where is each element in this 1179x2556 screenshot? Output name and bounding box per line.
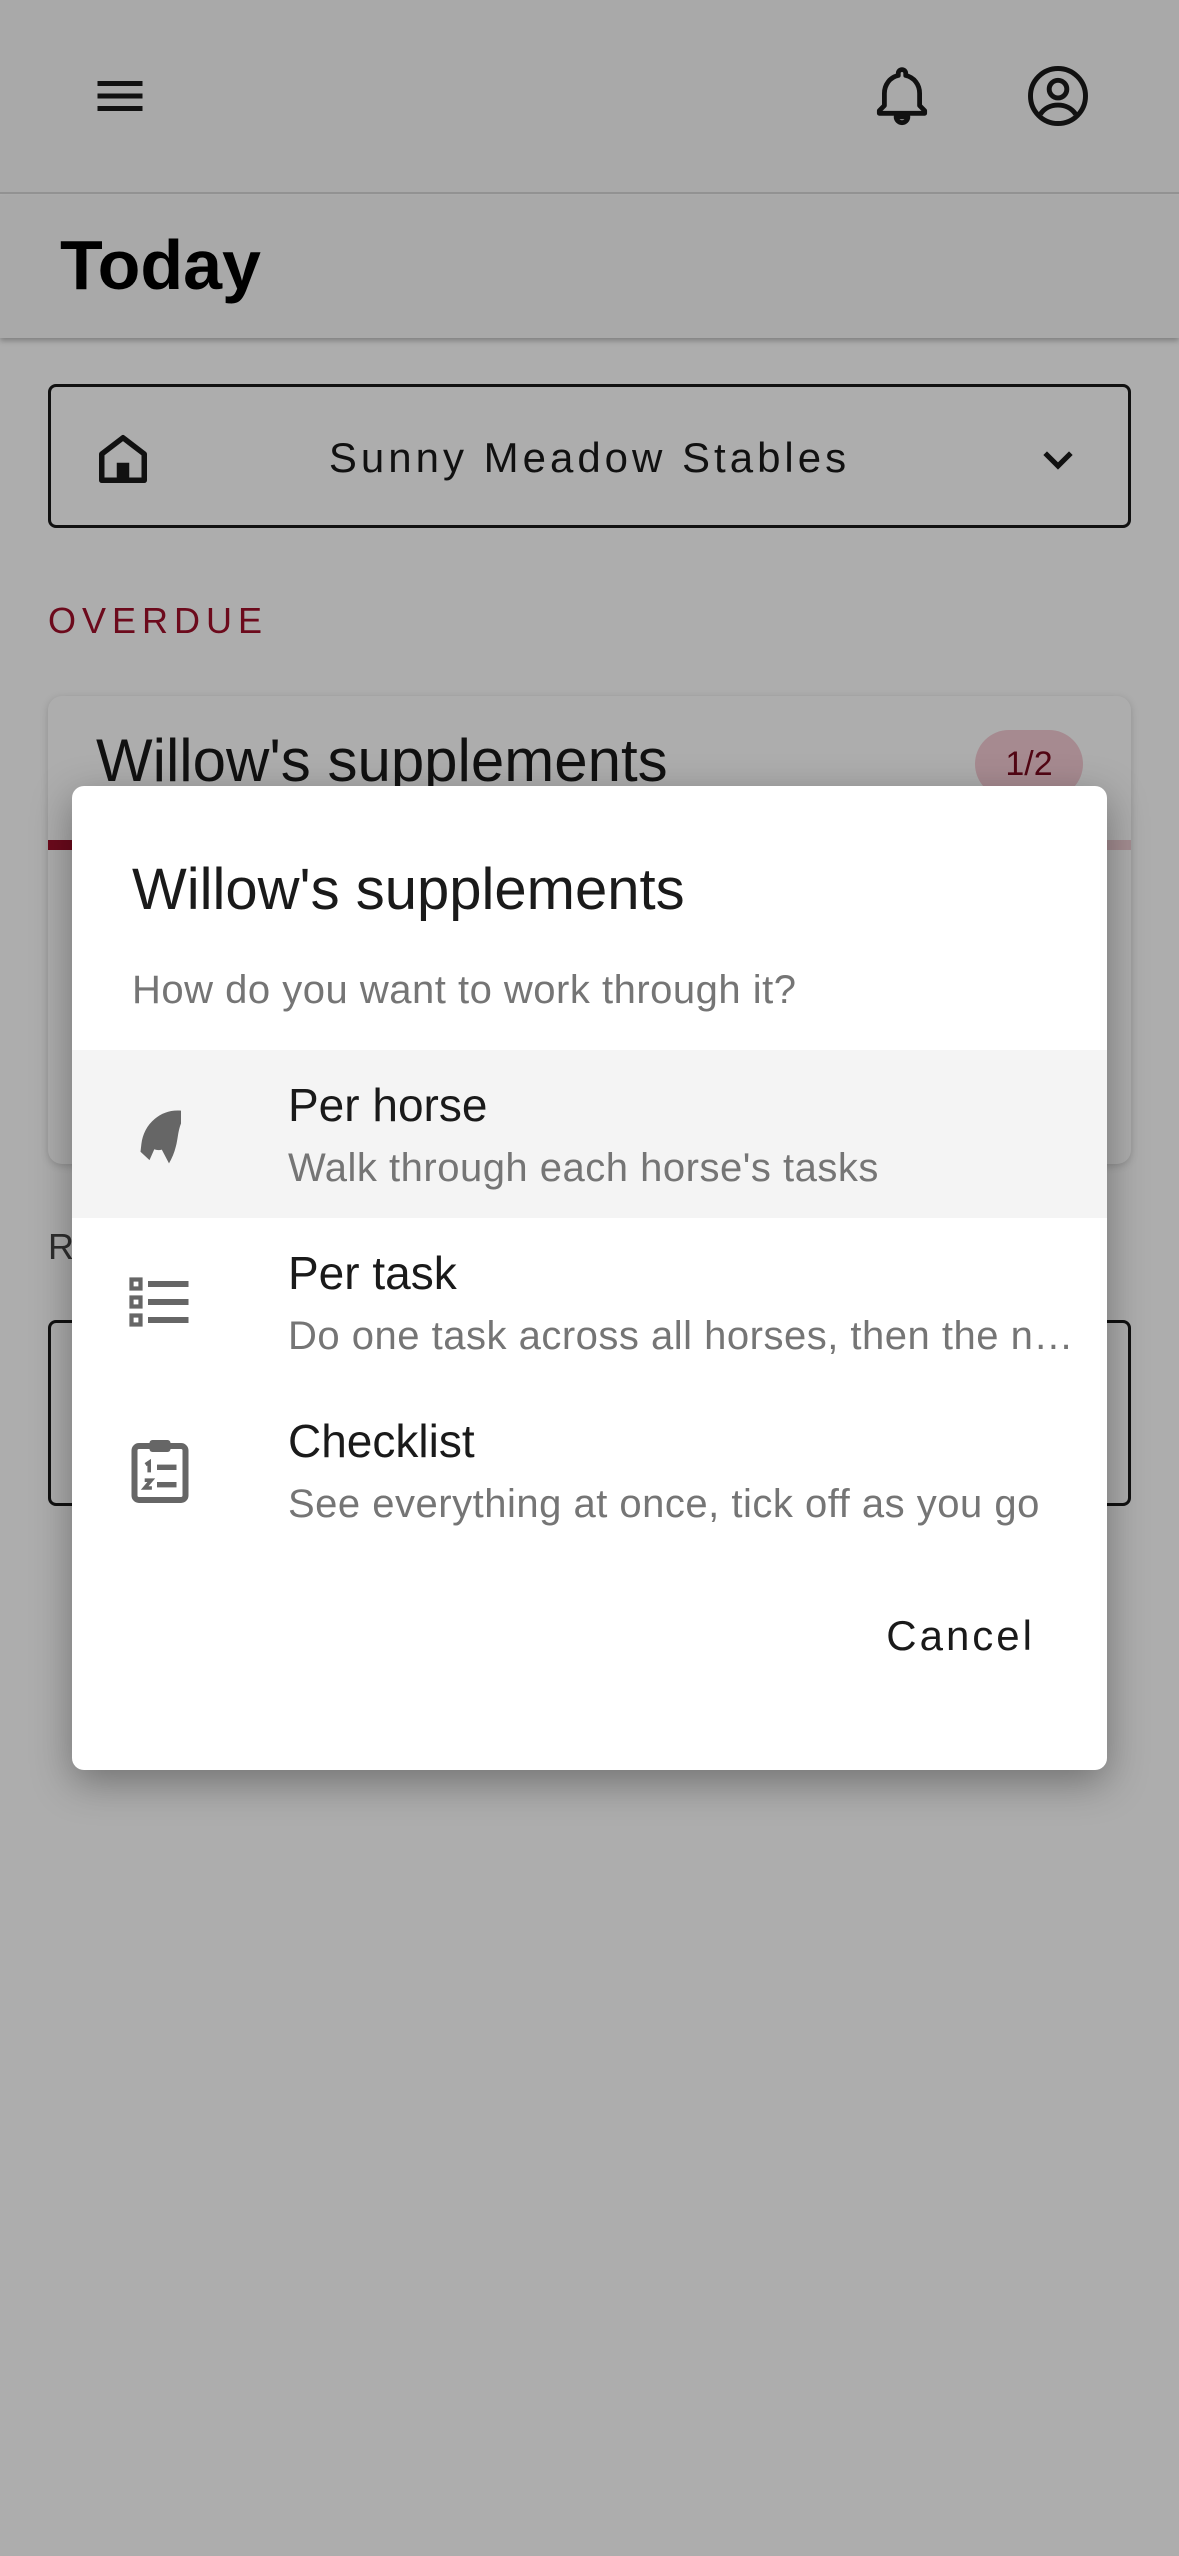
- cancel-button[interactable]: Cancel: [886, 1604, 1035, 1668]
- option-per-task[interactable]: Per task Do one task across all horses, …: [72, 1218, 1107, 1386]
- work-mode-dialog: Willow's supplements How do you want to …: [72, 786, 1107, 1770]
- clipboard-list-icon: [131, 1440, 189, 1503]
- option-per-horse-description: Walk through each horse's tasks: [288, 1146, 879, 1190]
- option-per-task-title: Per task: [288, 1247, 457, 1299]
- list-icon: [129, 1277, 189, 1327]
- option-checklist[interactable]: Checklist See everything at once, tick o…: [72, 1386, 1107, 1554]
- option-checklist-description: See everything at once, tick off as you …: [288, 1482, 1040, 1526]
- option-per-horse[interactable]: Per horse Walk through each horse's task…: [72, 1050, 1107, 1218]
- horse-head-icon: [140, 1110, 181, 1164]
- dialog-title: Willow's supplements: [132, 857, 685, 922]
- option-per-task-description: Do one task across all horses, then the …: [288, 1314, 1078, 1358]
- today-screen: Today Sunny Meadow Stables OVERDUE Willo…: [0, 0, 1179, 2556]
- option-checklist-title: Checklist: [288, 1415, 475, 1467]
- option-per-horse-title: Per horse: [288, 1079, 488, 1131]
- dialog-subtitle: How do you want to work through it?: [132, 968, 797, 1012]
